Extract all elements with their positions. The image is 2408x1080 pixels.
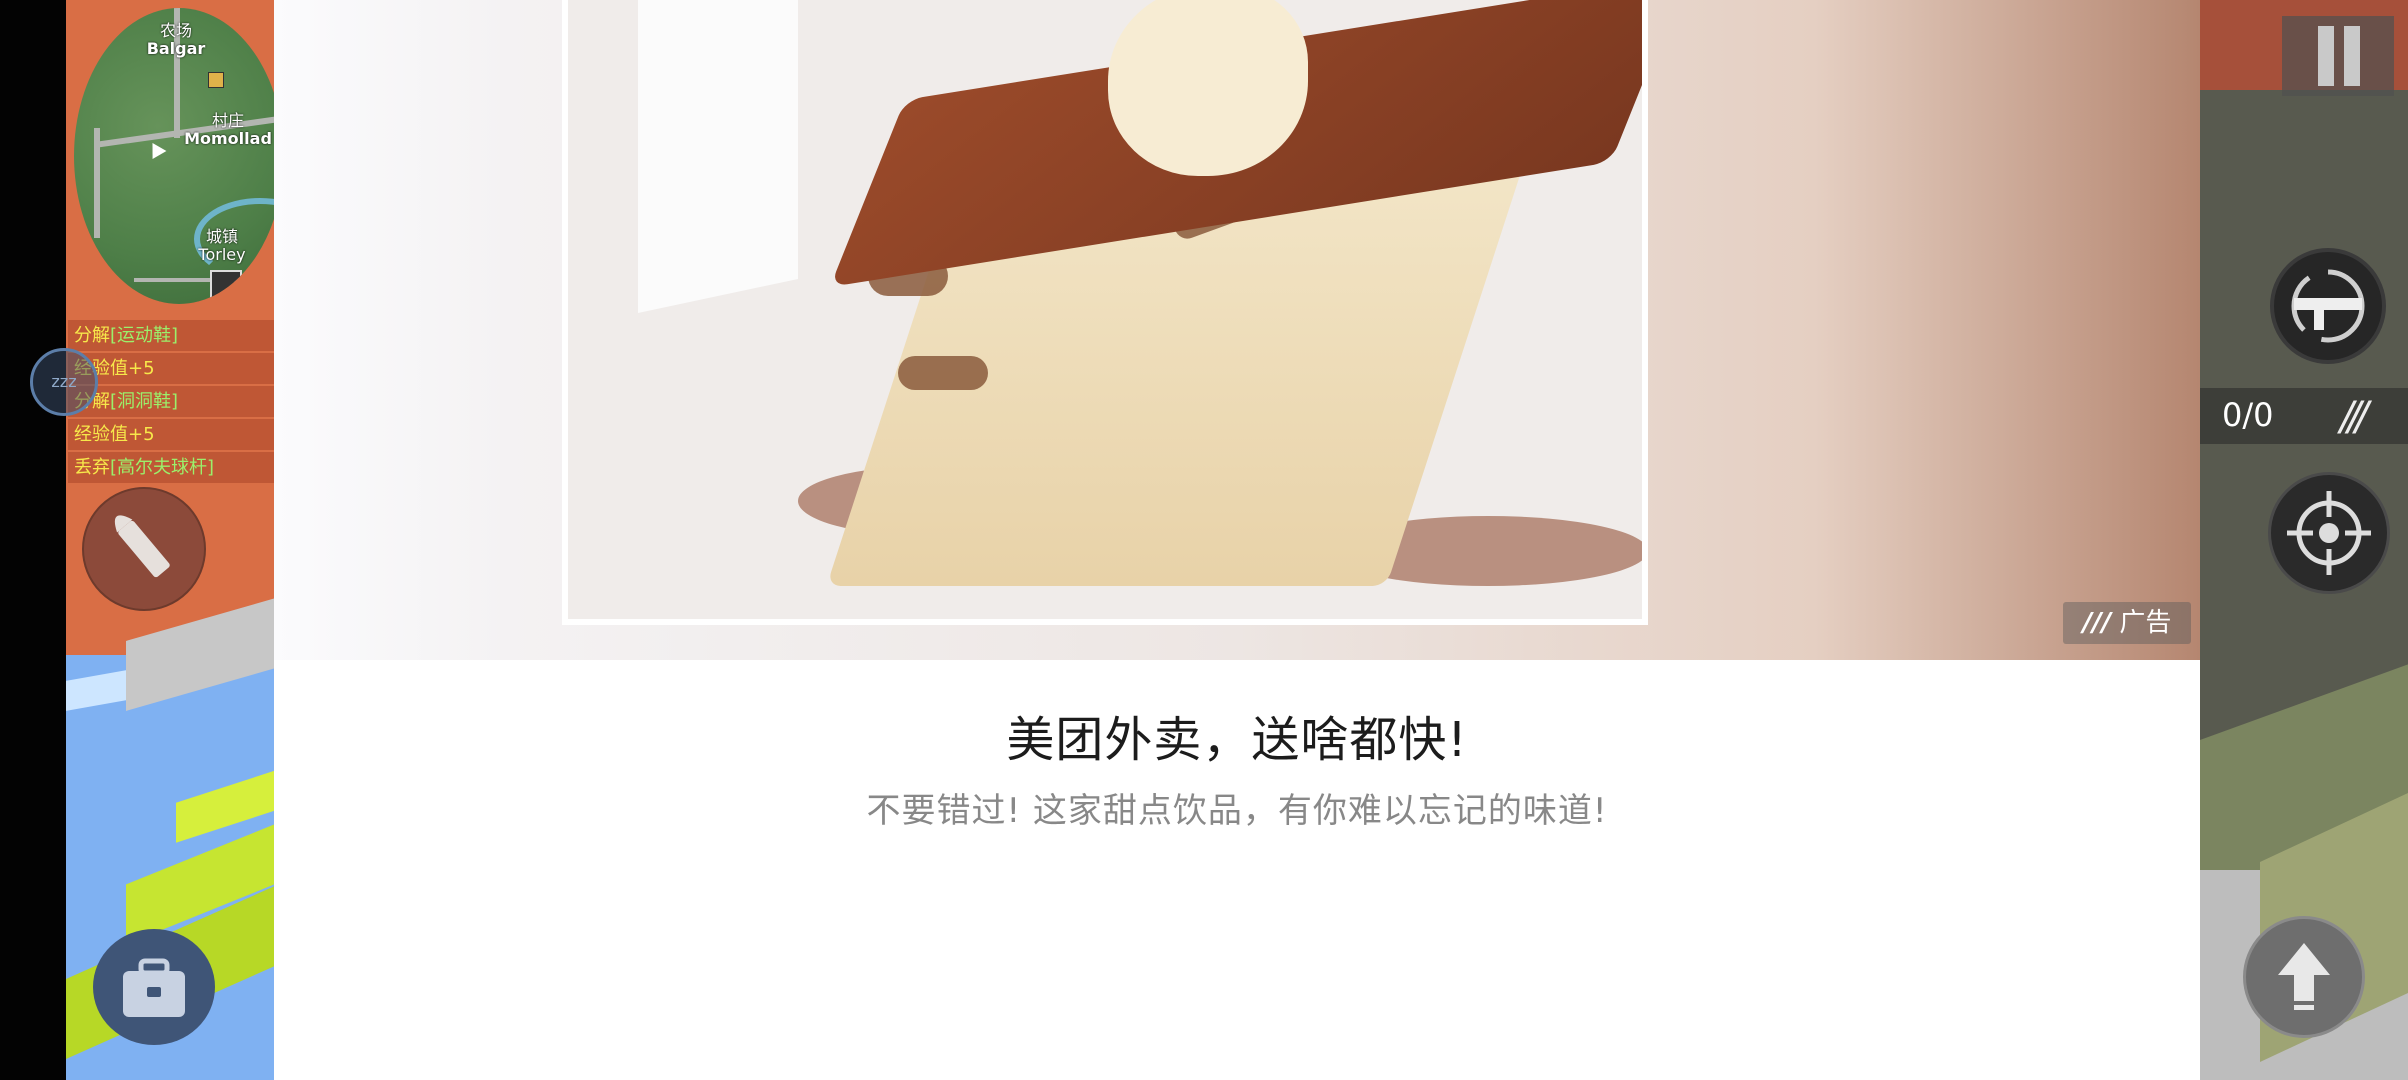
ad-subtitle[interactable]: 不要错过! 这家甜点饮品，有你难以忘记的味道! [274,783,2200,832]
map-building-icon [210,270,242,304]
feed-row: 分解[运动鞋] [68,320,274,351]
weapon-swap-button[interactable] [2270,248,2386,364]
map-label-en: Balgar [146,39,206,58]
feed-row: 分解[洞洞鞋] [68,386,274,417]
map-label-torley: 城镇 Torley [182,228,262,264]
feed-item: [运动鞋] [110,325,179,346]
pause-button[interactable] [2282,16,2394,96]
feed-action: 丢弃 [74,457,110,478]
magazine-icon: /// [2340,394,2369,440]
backpack-icon [123,958,185,1017]
feed-row: 丢弃[高尔夫球杆] [68,452,274,483]
feed-row: 经验值+5 [68,419,274,450]
ad-badge: /// 广告 [2063,602,2191,644]
sleep-icon[interactable]: zzz [30,348,98,416]
left-black-bar [0,0,66,1080]
ad-panel[interactable]: /// 广告 美团外卖，送啥都快! 不要错过! 这家甜点饮品，有你难以忘记的味道… [274,0,2200,1080]
ammo-display: 0/0 /// [2200,388,2408,444]
backpack-button[interactable] [93,929,215,1045]
ammo-count: 0/0 [2222,396,2274,434]
map-label-balgar: 农场 Balgar [136,22,216,58]
map-label-cn: 农场 [159,21,192,40]
feed-item: [洞洞鞋] [110,391,179,412]
ad-title[interactable]: 美团外卖，送啥都快! [274,700,2200,770]
ad-logo-icon: /// [2082,608,2112,638]
ad-photo [562,0,1648,625]
event-feed: 分解[运动鞋] 经验值+5 分解[洞洞鞋] 经验值+5 丢弃[高尔夫球杆] [68,320,274,485]
ad-image[interactable]: /// 广告 [274,0,2200,660]
map-label-momollad: 村庄 Momollad [178,112,278,148]
ammo-button[interactable] [82,487,206,611]
jump-button[interactable] [2243,916,2365,1038]
feed-item: [高尔夫球杆] [110,457,215,478]
crosshair-icon [2287,491,2371,575]
map-marker-icon [208,72,224,88]
feed-row: 经验值+5 [68,353,274,384]
rifle-swap-icon [2291,269,2365,343]
map-label-en: Torley [198,245,246,264]
feed-action: 分解 [74,325,110,346]
up-arrow-icon [2278,943,2330,1010]
aim-button[interactable] [2268,472,2390,594]
ad-badge-label: 广告 [2119,608,2172,638]
map-label-cn: 城镇 [205,227,238,246]
map-label-en: Momollad [184,129,272,148]
map-label-cn: 村庄 [211,111,244,130]
feed-action: 经验值+5 [74,424,155,445]
minimap[interactable]: 农场 Balgar 村庄 Momollad 城镇 Torley [74,8,284,304]
bullet-icon [114,515,170,578]
